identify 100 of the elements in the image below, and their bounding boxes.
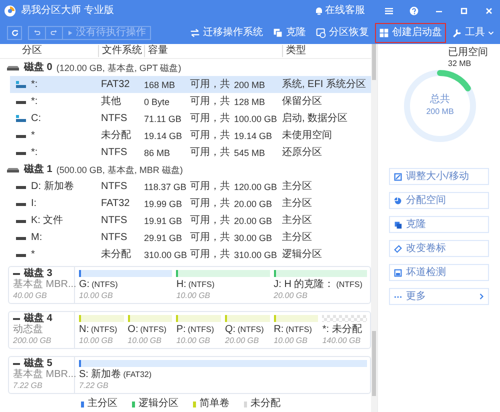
- drive-icon: [16, 98, 26, 105]
- table-cell: 168 MB: [144, 78, 176, 90]
- disk-size: 200.00 GB: [13, 335, 52, 346]
- toolbar-button[interactable]: 创建启动盘: [375, 23, 446, 43]
- table-cell: 19.99 GB: [144, 198, 182, 210]
- partition-size: 10.00 GB: [79, 291, 114, 301]
- table-cell: FAT32: [101, 198, 130, 210]
- file-system: (NTFS): [92, 279, 118, 291]
- partition-row[interactable]: * 未分配 310.00 GB 可用，共 310.00 GB 逻辑分区: [10, 246, 371, 263]
- partition-label: G:: [79, 279, 90, 291]
- partition-bar[interactable]: [79, 315, 124, 322]
- disk-card[interactable]: 磁盘 5 基本盘 MBR... 7.22 GB S: 新加卷 (FAT32) 7.22 GB: [8, 356, 371, 394]
- partition-bar[interactable]: [176, 315, 222, 322]
- file-system: (NTFS): [188, 324, 214, 336]
- collapse-icon[interactable]: [13, 272, 20, 276]
- table-cell: 128 MB: [234, 96, 266, 108]
- toolbar-button[interactable]: 迁移操作系统: [186, 23, 267, 43]
- close-icon[interactable]: [484, 6, 494, 16]
- column-header[interactable]: 容量: [144, 45, 282, 57]
- table-cell: 可用，共: [190, 180, 230, 192]
- partition-size: 20.00 GB: [225, 336, 260, 346]
- table-cell: 其他: [101, 96, 121, 108]
- partition-bar[interactable]: [274, 315, 318, 322]
- table-cell: 120.00 GB: [234, 180, 278, 192]
- table-cell: NTFS: [101, 232, 128, 244]
- action-button[interactable]: 更多: [389, 288, 489, 305]
- legend-label: 主分区: [88, 398, 118, 410]
- redo-button[interactable]: [45, 26, 63, 40]
- partition-bar[interactable]: [79, 270, 172, 277]
- table-cell: 200 MB: [234, 78, 266, 90]
- action-button[interactable]: 改变卷标: [389, 240, 489, 257]
- table-cell: 可用，共: [190, 198, 230, 210]
- partition-size: 7.22 GB: [79, 381, 110, 391]
- partition-label: N:: [79, 324, 89, 336]
- table-cell: 可用，共: [190, 248, 230, 260]
- partition-row[interactable]: * 未分配 19.14 GB 可用，共 19.14 GB 未使用空间: [10, 127, 371, 144]
- refresh-button[interactable]: [7, 26, 22, 40]
- scrollbar-thumb[interactable]: [372, 331, 376, 396]
- toolbar-button[interactable]: 克隆: [269, 23, 310, 43]
- total-value: 200 MB: [426, 106, 454, 118]
- wrench-icon: [452, 28, 462, 38]
- partition-bar[interactable]: [225, 315, 270, 322]
- disk-size: 40.00 GB: [13, 290, 48, 301]
- partition-row[interactable]: *: FAT32 168 MB 可用，共 200 MB 系统, EFI 系统分区: [10, 76, 371, 93]
- table-cell: 未使用空间: [282, 130, 332, 142]
- table-cell: 0 Byte: [144, 96, 170, 108]
- window-title: 易我分区大师 专业版: [21, 5, 114, 17]
- legend-label: 简单卷: [200, 398, 230, 410]
- table-cell: 还原分区: [282, 146, 322, 158]
- legend-label: 未分配: [250, 398, 280, 410]
- partition-name: *: [31, 130, 35, 142]
- table-cell: NTFS: [101, 112, 128, 124]
- partition-bar[interactable]: [274, 270, 367, 277]
- file-system: (NTFS): [336, 279, 362, 291]
- help-icon[interactable]: [409, 6, 419, 16]
- collapse-icon[interactable]: [13, 316, 20, 320]
- partition-row[interactable]: C: NTFS 71.11 GB 可用，共 100.00 GB 启动, 数据分区: [10, 110, 371, 127]
- partition-size: 10.00 GB: [128, 336, 162, 346]
- partition-row[interactable]: K: 文件 NTFS 19.91 GB 可用，共 20.00 GB 主分区: [10, 212, 371, 229]
- partition-bar[interactable]: [176, 270, 270, 277]
- table-cell: 545 MB: [234, 146, 266, 158]
- partition-label: S: 新加卷: [79, 369, 122, 381]
- action-button[interactable]: 坏道检测: [389, 264, 489, 281]
- scrollbar-thumb[interactable]: [372, 44, 376, 80]
- partition-row[interactable]: *: NTFS 86 MB 可用，共 545 MB 还原分区: [10, 144, 371, 161]
- collapse-icon[interactable]: [13, 362, 20, 366]
- toolbar-button[interactable]: 分区恢复: [312, 23, 373, 43]
- partition-row[interactable]: *: 其他 0 Byte 可用，共 128 MB 保留分区: [10, 93, 371, 110]
- table-cell: NTFS: [101, 180, 128, 192]
- file-system: (NTFS): [91, 324, 118, 336]
- resize-icon: [394, 172, 402, 180]
- disk-card[interactable]: 磁盘 3 基本盘 MBR... 40.00 GB G: (NTFS) 10.00 GB H: (NTFS) 10.00 GB J: H 的克隆： (NTFS) 20.00 GB: [8, 266, 371, 304]
- action-button[interactable]: 调整大小/移动: [389, 168, 489, 185]
- table-cell: 100.00 GB: [234, 112, 278, 124]
- action-button[interactable]: 分配空间: [389, 192, 489, 209]
- table-cell: 20.00 GB: [234, 198, 272, 210]
- file-system: (NTFS): [238, 324, 264, 336]
- support-button[interactable]: 在线客服: [315, 5, 365, 17]
- maximize-icon[interactable]: [459, 6, 469, 16]
- partition-size: 10.00 GB: [176, 336, 212, 346]
- column-header[interactable]: 类型: [282, 45, 352, 57]
- copy-icon: [394, 220, 402, 228]
- disk-name: 磁盘 5: [24, 358, 52, 369]
- system-drive-icon: [16, 115, 26, 122]
- partition-row[interactable]: I: FAT32 19.99 GB 可用，共 20.00 GB 主分区: [10, 195, 371, 212]
- column-header[interactable]: 文件系统: [98, 45, 144, 57]
- partition-size: 20.00 GB: [274, 291, 308, 301]
- undo-button[interactable]: [28, 26, 46, 40]
- column-header[interactable]: 分区: [0, 45, 98, 57]
- tools-menu-button[interactable]: 工具: [448, 23, 498, 43]
- disk-name: 磁盘 4: [24, 313, 52, 324]
- disk-card[interactable]: 磁盘 4 动态盘 200.00 GB N: (NTFS) 10.00 GB O: (NTFS) 10.00 GB P: (NTFS) 10.00 GB Q: (NTFS) 20.00 GB R: (NTFS) 10.00 GB *: 未分配 140.00 GB: [8, 311, 371, 349]
- menu-icon[interactable]: [384, 6, 394, 16]
- partition-name: M:: [31, 232, 42, 244]
- action-button[interactable]: 克隆: [389, 216, 489, 233]
- partition-bar[interactable]: [128, 315, 172, 322]
- partition-row[interactable]: D: 新加卷 NTFS 118.37 GB 可用，共 120.00 GB 主分区: [10, 178, 371, 195]
- partition-row[interactable]: M: NTFS 29.91 GB 可用，共 30.00 GB 主分区: [10, 229, 371, 246]
- partition-label: J: H 的克隆：: [274, 279, 334, 291]
- chevron-icon: [479, 293, 484, 300]
